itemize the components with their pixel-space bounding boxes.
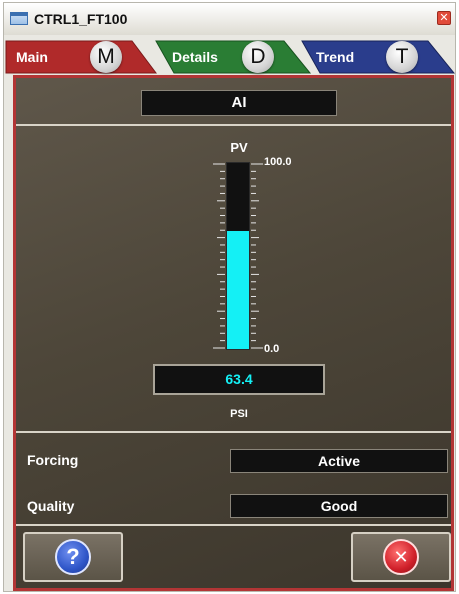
gauge-min-label: 0.0 — [264, 343, 280, 355]
divider-middle — [16, 431, 451, 433]
forcing-label: Forcing — [27, 452, 79, 468]
tab-main[interactable]: Main M — [4, 37, 164, 75]
forcing-status: Active — [230, 449, 448, 473]
tab-details[interactable]: Details D — [152, 37, 312, 75]
tab-trend[interactable]: Trend T — [298, 37, 455, 75]
gauge-max-label: 100.0 — [264, 156, 292, 168]
window: CTRL1_FT100 ✕ Main M Details D Trend T A… — [3, 2, 456, 592]
pv-gauge-fill — [227, 231, 249, 349]
divider-bottom — [16, 524, 451, 526]
tab-bar: Main M Details D Trend T — [4, 37, 455, 75]
tab-main-label: Main — [16, 49, 48, 65]
help-button[interactable]: ? — [23, 532, 123, 582]
quality-label: Quality — [27, 498, 75, 514]
pv-value-display: 63.4 — [153, 364, 325, 395]
tab-trend-shortcut-badge: T — [386, 41, 418, 73]
tab-details-label: Details — [172, 49, 218, 65]
pv-gauge — [226, 162, 250, 350]
quality-status: Good — [230, 494, 448, 518]
window-title: CTRL1_FT100 — [34, 11, 128, 27]
close-icon: ✕ — [383, 539, 419, 575]
tab-details-shortcut-badge: D — [242, 41, 274, 73]
tab-main-shortcut-badge: M — [90, 41, 122, 73]
help-icon: ? — [55, 539, 91, 575]
tab-trend-label: Trend — [316, 49, 355, 65]
pv-unit-label: PSI — [230, 408, 248, 420]
close-button[interactable]: ✕ — [351, 532, 451, 582]
title-bar[interactable]: CTRL1_FT100 ✕ — [4, 3, 455, 35]
window-icon — [10, 12, 28, 25]
window-close-button[interactable]: ✕ — [437, 11, 451, 25]
main-panel: AI PV 100.0 0.0 63.4 PSI Forcing Active … — [13, 75, 454, 591]
